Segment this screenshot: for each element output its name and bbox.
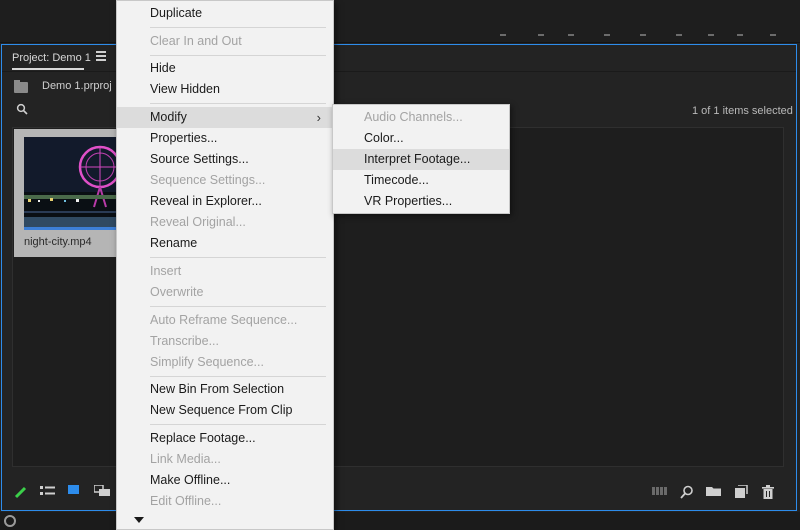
menu-item-hide[interactable]: Hide (117, 58, 333, 79)
menu-item-reveal-in-explorer[interactable]: Reveal in Explorer... (117, 191, 333, 212)
menu-item-modify-label: Modify (150, 110, 187, 124)
project-tab-underline (12, 68, 84, 70)
submenu-item-audio-channels: Audio Channels... (364, 110, 463, 124)
menu-item-overwrite: Overwrite (150, 285, 204, 299)
clip-tile[interactable]: night-city.mp4 (14, 129, 124, 257)
submenu-item-color[interactable]: Color... (333, 128, 509, 149)
new-bin-icon[interactable] (706, 485, 722, 497)
panel-tick (676, 34, 682, 36)
menu-item-source-settings[interactable]: Source Settings... (117, 149, 333, 170)
menu-item-auto-reframe-sequence: Auto Reframe Sequence... (150, 313, 298, 327)
menu-item-sequence-settings: Sequence Settings... (150, 173, 266, 187)
folder-icon (14, 80, 28, 93)
menu-item-rename[interactable]: Rename (117, 233, 333, 254)
automate-to-sequence-icon[interactable] (652, 485, 668, 497)
submenu-item-interpret-footage[interactable]: Interpret Footage... (333, 149, 509, 170)
menu-item-clear-in-and-out: Clear In and Out (150, 34, 242, 48)
panel-tick (604, 34, 610, 36)
project-tab[interactable]: Project: Demo 1 (12, 52, 91, 64)
menu-item-duplicate[interactable]: Duplicate (117, 3, 333, 24)
find-icon[interactable] (680, 485, 694, 499)
menu-separator (150, 306, 326, 307)
menu-item-view-hidden[interactable]: View Hidden (117, 79, 333, 100)
submenu-item-vr-properties[interactable]: VR Properties... (333, 191, 509, 212)
menu-separator (150, 103, 326, 104)
menu-item-insert: Insert (150, 264, 182, 278)
clip-name: night-city.mp4 (24, 236, 92, 248)
trash-icon[interactable] (762, 485, 774, 499)
menu-item-properties[interactable]: Properties... (117, 128, 333, 149)
menu-item-modify[interactable]: Modify › (117, 107, 333, 128)
list-view-icon[interactable] (40, 485, 56, 497)
project-filename: Demo 1.prproj (42, 80, 112, 92)
panel-tick (737, 34, 743, 36)
freeform-view-icon[interactable] (94, 485, 112, 497)
triangle-down-icon[interactable] (131, 513, 147, 527)
context-menu: Duplicate Clear In and Out Hide View Hid… (116, 0, 334, 530)
panel-tick (500, 34, 506, 36)
pencil-icon[interactable] (14, 485, 28, 499)
panel-tick (708, 34, 714, 36)
menu-item-new-sequence-from-clip[interactable]: New Sequence From Clip (117, 400, 333, 421)
new-item-icon[interactable] (734, 485, 748, 499)
menu-item-edit-offline: Edit Offline... (150, 494, 222, 508)
menu-item-link-media: Link Media... (150, 452, 221, 466)
panel-tick (538, 34, 544, 36)
menu-separator (150, 55, 326, 56)
clip-thumbnail (24, 137, 124, 227)
menu-item-simplify-sequence: Simplify Sequence... (150, 355, 264, 369)
menu-item-reveal-original: Reveal Original... (150, 215, 246, 229)
menu-item-make-offline[interactable]: Make Offline... (117, 470, 333, 491)
hamburger-icon[interactable] (96, 51, 106, 63)
menu-separator (150, 376, 326, 377)
panel-tick (568, 34, 574, 36)
menu-item-new-bin-from-selection[interactable]: New Bin From Selection (117, 379, 333, 400)
search-icon[interactable] (16, 103, 28, 115)
icon-view-icon[interactable] (68, 485, 80, 497)
clip-usage-bar (24, 227, 124, 230)
panel-tick (640, 34, 646, 36)
menu-separator (150, 257, 326, 258)
submenu-item-timecode[interactable]: Timecode... (333, 170, 509, 191)
menu-item-replace-footage[interactable]: Replace Footage... (117, 428, 333, 449)
selection-count: 1 of 1 items selected (692, 105, 793, 117)
menu-item-transcribe: Transcribe... (150, 334, 220, 348)
modify-submenu: Audio Channels... Color... Interpret Foo… (332, 104, 510, 214)
creative-cloud-icon[interactable] (4, 515, 16, 527)
menu-separator (150, 27, 326, 28)
menu-separator (150, 424, 326, 425)
panel-tick (770, 34, 776, 36)
chevron-right-icon: › (316, 110, 321, 125)
